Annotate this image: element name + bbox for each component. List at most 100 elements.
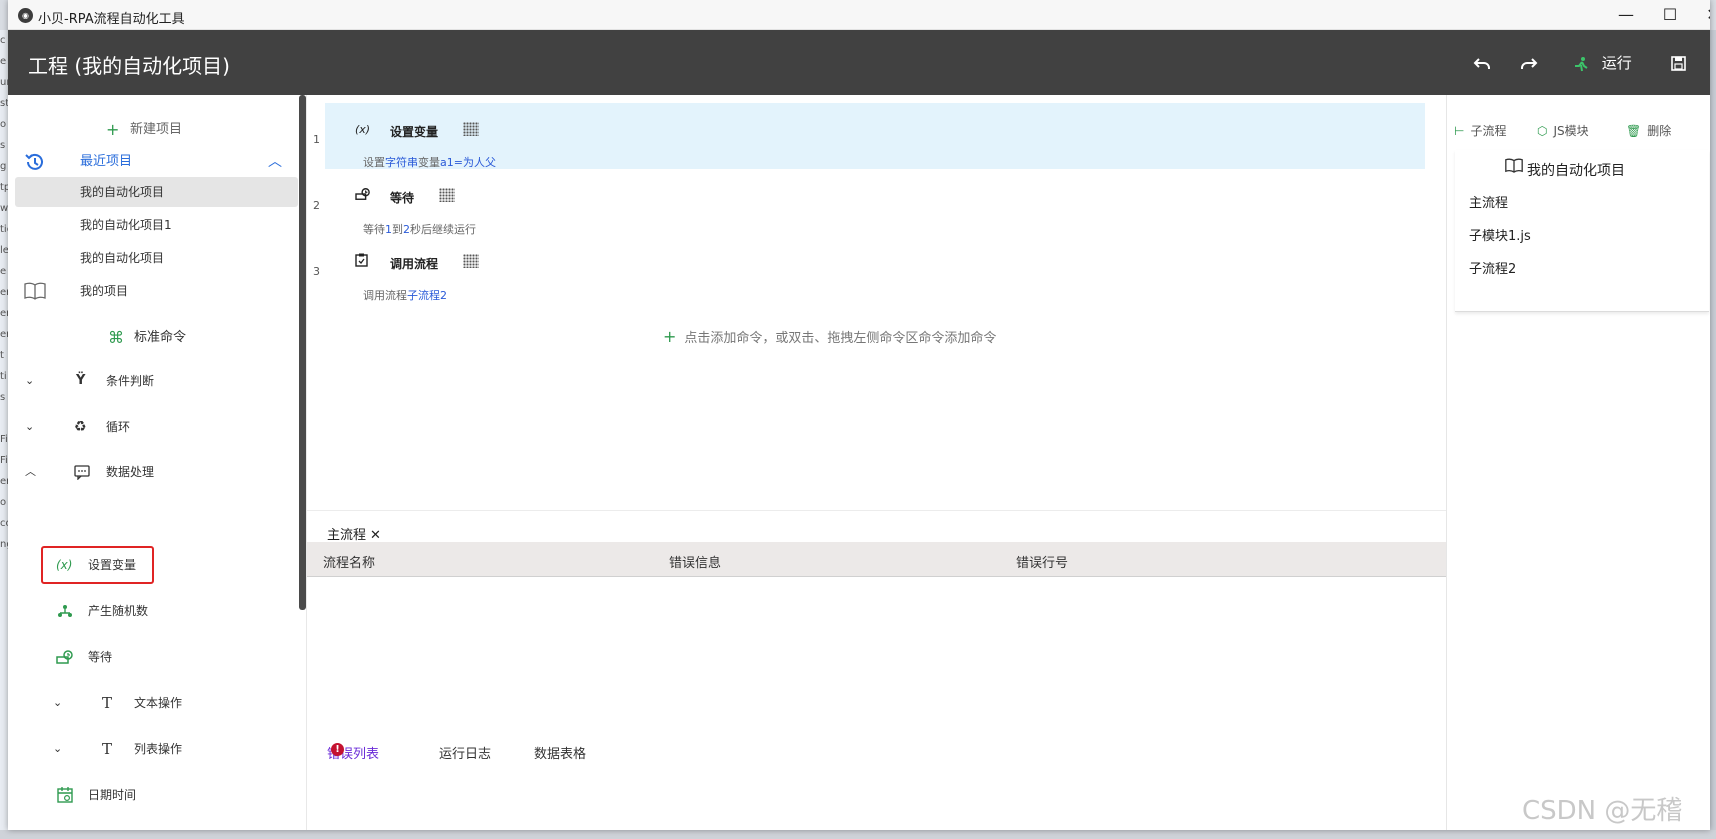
save-button[interactable] bbox=[1671, 52, 1686, 74]
tree-item-main-flow[interactable]: 主流程 bbox=[1469, 192, 1508, 211]
desktop-fragment-text: Fil bbox=[0, 455, 8, 466]
run-label: 运行 bbox=[1601, 54, 1632, 72]
tab-label: 主流程 bbox=[327, 528, 367, 543]
hexagon-icon: ⬡ bbox=[1537, 124, 1548, 138]
desktop-fragment-text: tic bbox=[0, 224, 8, 235]
app-window: ◉ 小贝-RPA流程自动化工具 — ☐ ✕ 工程 (我的自动化项目) 运行 + … bbox=[8, 0, 1710, 830]
command-set-variable[interactable]: (x) 设置变量 bbox=[8, 550, 298, 580]
drag-handle-icon[interactable] bbox=[463, 122, 479, 136]
project-panel: ⊢ 子流程 ⬡ JS模块 🗑 删除 我的自动化项目 主流程 子模块1.js 子流程2 bbox=[1446, 95, 1710, 830]
tool-label: 子流程 bbox=[1470, 124, 1507, 138]
command-random-number[interactable]: 产生随机数 bbox=[8, 596, 298, 626]
project-name: 我的自动化项目 bbox=[1527, 163, 1625, 179]
command-label: 等待 bbox=[88, 650, 113, 664]
call-flow-icon bbox=[355, 253, 368, 270]
desktop-left-strip: ceurstosgtpwticleeerenerttis FilFileroco… bbox=[0, 30, 8, 839]
bottom-panel: 主流程 ✕ 流程名称 错误信息 错误行号 错误列表! 运行日志 数据表格 bbox=[307, 510, 1447, 830]
recent-project-item[interactable]: 我的自动化项目 bbox=[15, 177, 298, 207]
desktop-fragment-text: er bbox=[0, 329, 8, 340]
command-row[interactable]: 2 等待 等待1到2秒后继续运行 bbox=[313, 169, 1425, 236]
random-icon bbox=[57, 596, 73, 631]
drag-handle-icon[interactable] bbox=[439, 188, 455, 202]
variable-icon: (x) bbox=[355, 123, 371, 136]
drag-handle-icon[interactable] bbox=[463, 254, 479, 268]
close-button[interactable]: ✕ bbox=[1700, 5, 1710, 25]
redo-button[interactable] bbox=[1520, 52, 1538, 74]
add-subflow-button[interactable]: ⊢ 子流程 bbox=[1454, 122, 1506, 139]
close-icon[interactable]: ✕ bbox=[370, 528, 381, 543]
category-condition[interactable]: ⌄ Ÿ 条件判断 bbox=[8, 366, 298, 396]
subcategory-list[interactable]: ⌄ T 列表操作 bbox=[8, 734, 298, 764]
desktop-fragment-text: co bbox=[0, 518, 8, 529]
new-project-label: 新建项目 bbox=[130, 122, 183, 137]
undo-icon bbox=[1473, 57, 1490, 69]
new-project-button[interactable]: + 新建项目 bbox=[8, 115, 298, 145]
watermark: CSDN @无稽 bbox=[1522, 796, 1683, 826]
text-icon: T bbox=[102, 740, 113, 758]
category-label: 数据处理 bbox=[106, 465, 155, 479]
recent-project-item[interactable]: 我的自动化项目 bbox=[8, 243, 298, 273]
run-button[interactable]: 运行 bbox=[1573, 52, 1632, 74]
category-datetime[interactable]: 日期时间 bbox=[8, 780, 298, 810]
subcategory-text[interactable]: ⌄ T 文本操作 bbox=[8, 688, 298, 718]
variable-icon: (x) bbox=[56, 558, 73, 572]
page-title: 工程 (我的自动化项目) bbox=[28, 54, 230, 78]
command-wait[interactable]: 等待 bbox=[8, 642, 298, 672]
desktop-fragment-text: s bbox=[0, 392, 6, 403]
chevron-down-icon: ⌄ bbox=[25, 374, 35, 387]
add-command-hint[interactable]: + 点击添加命令，或双击、拖拽左侧命令区命令添加命令 bbox=[663, 327, 996, 346]
command-description: 设置字符串变量a1=为人父 bbox=[363, 156, 496, 169]
desktop-bottom-strip bbox=[0, 830, 1716, 839]
tab-data-table[interactable]: 数据表格 bbox=[534, 743, 586, 762]
run-icon bbox=[1575, 56, 1588, 71]
tree-item-subflow[interactable]: 子流程2 bbox=[1469, 258, 1516, 277]
command-key-icon: ⌘ bbox=[108, 328, 124, 347]
minimize-button[interactable]: — bbox=[1613, 5, 1639, 25]
tree-item-js-module[interactable]: 子模块1.js bbox=[1469, 225, 1531, 244]
recent-project-item[interactable]: 我的自动化项目1 bbox=[8, 210, 298, 240]
desktop-fragment-text: e bbox=[0, 56, 7, 67]
tool-label: JS模块 bbox=[1553, 124, 1589, 138]
sidebar-scrollbar[interactable] bbox=[299, 95, 306, 610]
window-titlebar: ◉ 小贝-RPA流程自动化工具 — ☐ ✕ bbox=[8, 0, 1710, 30]
chevron-down-icon: ⌄ bbox=[53, 696, 63, 709]
command-row[interactable]: 3 调用流程 调用流程子流程2 bbox=[313, 235, 1425, 302]
column-header: 错误行号 bbox=[1016, 556, 1069, 571]
category-data-processing[interactable]: ︿ 数据处理 bbox=[8, 457, 298, 487]
command-label: 产生随机数 bbox=[88, 604, 149, 618]
desktop-fragment-text: tp bbox=[0, 182, 8, 193]
undo-button[interactable] bbox=[1473, 52, 1491, 74]
recent-projects-header[interactable]: 最近项目 ︿ bbox=[8, 147, 298, 177]
command-row[interactable]: 1 (x) 设置变量 设置字符串变量a1=为人父 bbox=[313, 103, 1425, 169]
delete-button[interactable]: 🗑 删除 bbox=[1626, 122, 1671, 139]
tab-run-log[interactable]: 运行日志 bbox=[439, 743, 491, 762]
add-js-module-button[interactable]: ⬡ JS模块 bbox=[1537, 122, 1589, 139]
desktop-fragment-text: ti bbox=[0, 371, 7, 382]
book-icon bbox=[1505, 158, 1523, 177]
desktop-fragment-text: o bbox=[0, 119, 7, 130]
flow-editor: 1 (x) 设置变量 设置字符串变量a1=为人父 2 等待 等待1到2秒后继续运… bbox=[306, 95, 1447, 830]
add-command-label: 点击添加命令，或双击、拖拽左侧命令区命令添加命令 bbox=[684, 331, 997, 346]
trash-icon: 🗑 bbox=[1626, 124, 1642, 138]
branch-icon: Ÿ bbox=[76, 373, 86, 388]
desktop-right-strip bbox=[1710, 30, 1716, 839]
desktop-fragment-text: ur bbox=[0, 77, 8, 88]
desktop-fragment-text bbox=[0, 408, 8, 429]
chevron-up-icon: ︿ bbox=[25, 465, 36, 478]
maximize-button[interactable]: ☐ bbox=[1657, 5, 1683, 25]
my-projects-item[interactable]: 我的项目 bbox=[8, 276, 298, 306]
column-header: 流程名称 bbox=[323, 556, 376, 571]
plus-icon: + bbox=[663, 327, 677, 346]
standard-commands-header[interactable]: ⌘ 标准命令 bbox=[8, 323, 298, 353]
command-label: 设置变量 bbox=[88, 558, 137, 572]
line-number: 2 bbox=[313, 199, 320, 212]
desktop-fragment-text: g bbox=[0, 161, 7, 172]
subcategory-label: 文本操作 bbox=[134, 696, 183, 710]
category-loop[interactable]: ⌄ ♻ 循环 bbox=[8, 412, 298, 442]
desktop-fragment-text: s bbox=[0, 140, 6, 151]
tab-main-flow[interactable]: 主流程 ✕ bbox=[327, 524, 381, 543]
subflow-icon: ⊢ bbox=[1454, 124, 1465, 138]
recent-project-label: 我的自动化项目 bbox=[80, 185, 165, 199]
desktop-fragment-text: w bbox=[0, 203, 8, 214]
column-header: 错误信息 bbox=[669, 556, 722, 571]
